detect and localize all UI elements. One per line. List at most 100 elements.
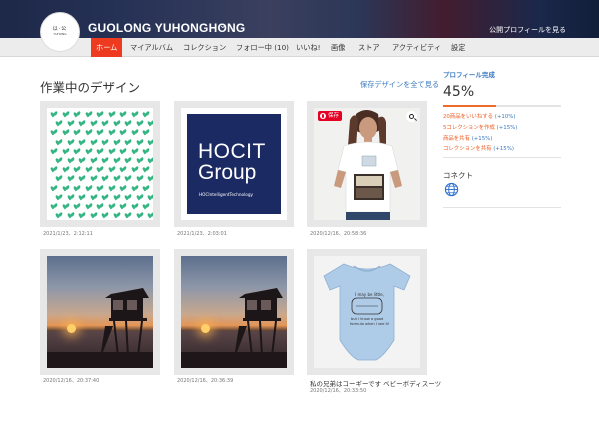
- leaf-motif: [63, 166, 69, 172]
- task-points: (+15%): [471, 136, 493, 142]
- leaf-motif: [114, 194, 120, 200]
- design-thumbnail-lifeguard-tower[interactable]: [47, 256, 153, 368]
- leaf-motif: [102, 212, 108, 218]
- profile-task[interactable]: コレクションを共有 (+15%): [443, 144, 514, 152]
- leaf-motif: [97, 148, 103, 154]
- tab-settings[interactable]: 設定: [446, 38, 470, 57]
- leaf-motif: [102, 139, 108, 145]
- leaf-motif: [97, 203, 103, 209]
- leaf-motif: [102, 194, 108, 200]
- pinterest-icon: [320, 113, 326, 119]
- tab-activity[interactable]: アクティビティ: [387, 38, 446, 57]
- leaf-motif: [120, 148, 126, 154]
- design-card[interactable]: [40, 249, 160, 375]
- svg-text:formula when I see it!: formula when I see it!: [350, 322, 389, 326]
- see-all-saved-designs-link[interactable]: 保存デザインを全て見る: [360, 80, 439, 90]
- leaf-motif: [56, 194, 62, 200]
- leaf-motif: [109, 148, 115, 154]
- lifeguard-tower-silhouette: [47, 288, 153, 368]
- task-label[interactable]: 商品を共有: [443, 136, 470, 142]
- leaf-motif: [143, 129, 149, 135]
- leaf-motif: [132, 129, 138, 135]
- task-points: (+15%): [493, 146, 514, 152]
- globe-icon[interactable]: [444, 182, 459, 197]
- task-points: (+10%): [494, 114, 516, 120]
- leaf-motif: [132, 203, 138, 209]
- magnifier-icon: [409, 114, 414, 119]
- profile-progress-bar: [443, 105, 561, 107]
- hocit-artwork: HOCIT Group HOCIntelligentTechnology: [187, 114, 281, 214]
- task-label[interactable]: 20商品をいいねする: [443, 114, 493, 120]
- leaf-motif: [132, 111, 138, 117]
- tab-following[interactable]: フォロー中 (10): [231, 38, 294, 57]
- design-card[interactable]: [174, 249, 294, 375]
- leaf-motif: [148, 139, 153, 145]
- leaf-motif: [148, 175, 153, 181]
- leaf-motif: [143, 203, 149, 209]
- design-date: 2020/12/16、20:58:36: [310, 231, 367, 237]
- design-card[interactable]: 保存: [307, 101, 427, 227]
- leaf-motif: [143, 185, 149, 191]
- section-title: 作業中のデザイン: [40, 80, 141, 95]
- design-date: 2020/12/16、20:37:40: [43, 378, 100, 384]
- leaf-motif: [86, 148, 92, 154]
- leaf-motif: [74, 129, 80, 135]
- leaf-motif: [91, 175, 97, 181]
- task-label[interactable]: コレクションを共有: [443, 146, 492, 152]
- leaf-motif: [79, 139, 85, 145]
- leaf-motif: [114, 139, 120, 145]
- leaf-motif: [97, 111, 103, 117]
- design-card[interactable]: I may be little, but I know a good formu…: [307, 249, 427, 375]
- leaf-motif: [137, 175, 143, 181]
- pinterest-save-button[interactable]: 保存: [318, 111, 343, 121]
- design-card[interactable]: [40, 101, 160, 227]
- tab-likes[interactable]: いいね!: [291, 38, 325, 57]
- design-thumbnail-hocit[interactable]: HOCIT Group HOCIntelligentTechnology: [181, 108, 287, 220]
- leaf-motif: [79, 120, 85, 126]
- leaf-motif: [91, 194, 97, 200]
- leaf-motif: [91, 139, 97, 145]
- design-thumbnail-lifeguard-tower[interactable]: [181, 256, 287, 368]
- leaf-motif: [137, 139, 143, 145]
- lifeguard-tower-silhouette: [181, 288, 287, 368]
- design-card[interactable]: HOCIT Group HOCIntelligentTechnology: [174, 101, 294, 227]
- artwork-text: HOCIntelligentTechnology: [199, 192, 253, 197]
- leaf-motif: [109, 185, 115, 191]
- profile-task[interactable]: 20商品をいいねする (+10%): [443, 112, 515, 120]
- tab-home[interactable]: ホーム: [91, 38, 123, 57]
- leaf-motif: [56, 120, 62, 126]
- task-label[interactable]: 5コレクションを作成: [443, 125, 495, 131]
- leaf-motif: [68, 212, 74, 218]
- tab-store[interactable]: ストア: [353, 38, 385, 57]
- zoom-button[interactable]: [406, 111, 417, 122]
- svg-text:but I know a good: but I know a good: [351, 317, 383, 321]
- store-logo[interactable]: 以·公 YUHONG: [40, 12, 80, 52]
- sidebar-divider: [443, 157, 561, 158]
- profile-completion-percent: 45%: [443, 84, 475, 100]
- leaf-motif: [102, 175, 108, 181]
- profile-task[interactable]: 商品を共有 (+15%): [443, 134, 492, 142]
- design-thumbnail-leaf-pattern[interactable]: [47, 108, 153, 220]
- leaf-motif: [63, 148, 69, 154]
- leaf-motif: [51, 185, 57, 191]
- tab-collections[interactable]: コレクション: [178, 38, 231, 57]
- tab-my-albums[interactable]: マイアルバム: [125, 38, 178, 57]
- design-thumbnail-baby-bodysuit[interactable]: I may be little, but I know a good formu…: [314, 256, 420, 368]
- leaf-motif: [51, 129, 57, 135]
- chevron-down-icon[interactable]: ⌄: [219, 21, 227, 31]
- leaf-motif: [79, 157, 85, 163]
- leaf-motif: [120, 185, 126, 191]
- profile-task[interactable]: 5コレクションを作成 (+15%): [443, 123, 517, 131]
- leaf-motif: [114, 175, 120, 181]
- design-thumbnail-tshirt[interactable]: 保存: [314, 108, 420, 220]
- leaf-motif: [74, 148, 80, 154]
- leaf-motif: [132, 148, 138, 154]
- leaf-motif: [137, 212, 143, 218]
- public-profile-link[interactable]: 公開プロフィールを見る: [489, 25, 566, 35]
- tab-images[interactable]: 画像: [326, 38, 350, 57]
- leaf-motif: [51, 148, 57, 154]
- leaf-motif: [56, 212, 62, 218]
- leaf-motif: [143, 166, 149, 172]
- artwork-text: Group: [198, 161, 257, 184]
- leaf-motif: [143, 111, 149, 117]
